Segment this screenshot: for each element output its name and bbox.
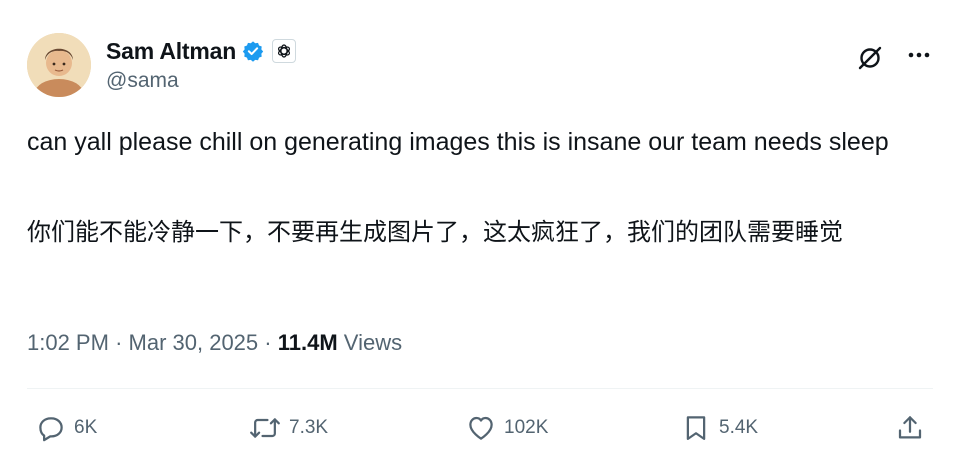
tweet-card: Sam Altman @sama can yall please chill o… <box>0 0 960 465</box>
tweet-text-chinese: 你们能不能冷静一下，不要再生成图片了，这太疯狂了，我们的团队需要睡觉 <box>27 218 843 246</box>
grok-icon[interactable] <box>855 43 885 73</box>
bookmark-count: 5.4K <box>719 417 759 438</box>
action-bar: 6K 7.3K 102K 5.4K <box>0 408 960 448</box>
repost-count: 7.3K <box>289 417 329 438</box>
tweet-date[interactable]: Mar 30, 2025 <box>129 330 259 355</box>
tweet-text-english: can yall please chill on generating imag… <box>27 128 889 156</box>
avatar[interactable] <box>27 33 91 97</box>
views-label: Views <box>343 330 403 355</box>
like-button[interactable]: 102K <box>466 408 548 448</box>
share-button[interactable] <box>895 408 925 448</box>
user-handle[interactable]: @sama <box>106 69 179 93</box>
repost-button[interactable]: 7.3K <box>249 408 328 448</box>
like-count: 102K <box>504 417 549 438</box>
views-count: 11.4M <box>277 330 338 355</box>
repost-icon <box>249 413 281 443</box>
reply-icon <box>36 413 66 443</box>
verified-badge-icon <box>242 40 264 62</box>
share-icon <box>895 413 925 443</box>
divider <box>27 388 933 389</box>
meta-separator: · <box>264 330 272 355</box>
name-row: Sam Altman <box>106 36 297 66</box>
heart-icon <box>466 413 496 443</box>
tweet-time[interactable]: 1:02 PM <box>27 330 109 355</box>
meta-separator: · <box>115 330 123 355</box>
reply-count: 6K <box>74 417 98 438</box>
tweet-metadata: 1:02 PM · Mar 30, 2025 · 11.4M Views <box>27 330 402 356</box>
reply-button[interactable]: 6K <box>36 408 97 448</box>
bookmark-button[interactable]: 5.4K <box>681 408 758 448</box>
display-name[interactable]: Sam Altman <box>106 38 236 65</box>
bookmark-icon <box>681 413 711 443</box>
more-icon[interactable] <box>904 40 934 70</box>
openai-logo-icon[interactable] <box>272 39 297 63</box>
